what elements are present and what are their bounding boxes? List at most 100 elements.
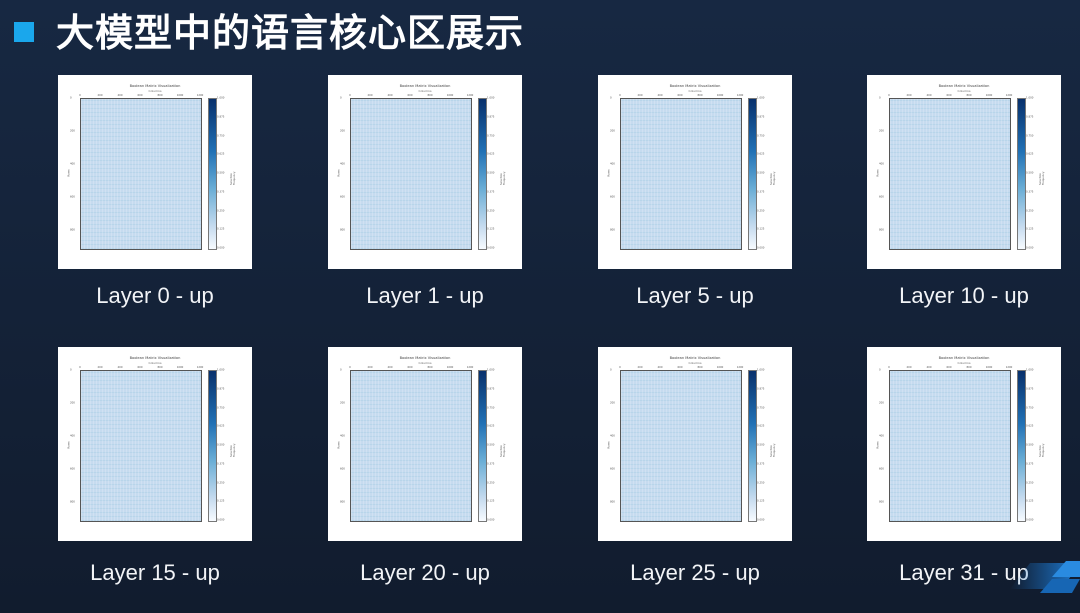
y-tick-label: 400 [340, 434, 345, 438]
y-tick-label: 800 [879, 228, 884, 232]
y-tick-label: 400 [340, 162, 345, 166]
x-tick-label: 200 [367, 94, 373, 97]
colorbar [748, 370, 757, 522]
x-tick-label: 400 [926, 366, 932, 369]
y-tick-label: 0 [70, 368, 72, 372]
x-tick-label: 0 [79, 94, 81, 97]
heatmap-panel: Boolean Matrix Visualization Columns 0 200 4… [867, 347, 1061, 541]
x-tick-label: 800 [427, 366, 433, 369]
y-tick-label: 800 [340, 228, 345, 232]
colorbar-tick-label: 0.250 [1026, 209, 1034, 212]
y-tick-label: 800 [879, 500, 884, 504]
colorbar-tick-label: 0.250 [757, 209, 765, 212]
colorbar-tick-label: 0.750 [487, 406, 495, 409]
x-tick-label: 1200 [736, 366, 744, 369]
colorbar-tick-label: 0.000 [757, 518, 765, 522]
colorbar-tick-label: 0.500 [487, 171, 495, 175]
x-tick-label: 200 [367, 366, 373, 369]
colorbar-tick-label: 1.000 [487, 96, 495, 100]
x-tick-label: 800 [157, 366, 163, 369]
colorbar-label: Selection Frequency [1039, 171, 1045, 185]
panel-caption: Layer 20 - up [360, 560, 490, 585]
y-tick-label: 600 [879, 467, 884, 471]
x-tick-label: 1000 [446, 94, 454, 97]
colorbar-tick-label: 0.875 [1026, 387, 1034, 391]
heatmap-matrix [350, 370, 472, 522]
colorbar-tick-label: 0.750 [217, 134, 225, 137]
x-tick-label: 600 [946, 366, 952, 369]
y-tick-label: 0 [610, 368, 612, 372]
colorbar-tick-label: 0.250 [487, 209, 495, 212]
x-tick-label: 0 [79, 366, 81, 369]
colorbar-tick-label: 0.625 [757, 424, 765, 428]
x-tick-label: 0 [619, 366, 621, 369]
chart-title: Boolean Matrix Visualization [669, 84, 721, 88]
y-tick-label: 0 [879, 368, 881, 372]
colorbar-tick-label: 0.500 [1026, 443, 1034, 447]
colorbar-tick-label: 1.000 [487, 368, 495, 372]
x-tick-label: 600 [946, 94, 952, 97]
x-tick-label: 200 [906, 94, 912, 97]
panel-caption: Layer 10 - up [899, 283, 1029, 308]
y-tick-label: 200 [340, 401, 345, 405]
x-axis-label: Columns [418, 89, 432, 93]
colorbar-tick-label: 0.000 [217, 246, 225, 250]
colorbar-tick-label: 0.625 [487, 152, 495, 156]
corner-decoration-icon [1010, 561, 1080, 593]
y-tick-label: 200 [879, 401, 884, 405]
y-tick-label: 200 [340, 129, 345, 133]
colorbar-tick-label: 0.875 [487, 115, 495, 119]
y-axis-label: Rows [336, 169, 341, 177]
heatmap-matrix [80, 98, 202, 250]
colorbar-tick-label: 0.000 [757, 246, 765, 250]
x-tick-label: 400 [117, 366, 123, 369]
colorbar-tick-label: 1.000 [217, 96, 225, 100]
x-tick-label: 1000 [176, 366, 184, 369]
colorbar-tick-label: 0.375 [757, 462, 765, 466]
x-tick-label: 200 [97, 366, 103, 369]
chart-title: Boolean Matrix Visualization [129, 84, 181, 88]
title-accent-square [14, 22, 34, 42]
colorbar-tick-label: 0.375 [487, 190, 495, 194]
y-tick-label: 0 [340, 368, 342, 372]
x-tick-label: 800 [697, 94, 703, 97]
colorbar-tick-label: 0.125 [217, 499, 225, 503]
y-tick-label: 800 [70, 500, 75, 504]
y-axis-label: Rows [66, 441, 71, 449]
colorbar-tick-label: 0.125 [757, 227, 765, 231]
y-tick-label: 200 [879, 129, 884, 133]
x-tick-label: 600 [407, 366, 413, 369]
y-tick-label: 0 [610, 96, 612, 100]
colorbar [748, 98, 757, 250]
heatmap-panel: Boolean Matrix Visualization Columns 0 200 4… [58, 75, 252, 269]
x-tick-label: 400 [657, 366, 663, 369]
x-tick-label: 0 [619, 94, 621, 97]
chart-title: Boolean Matrix Visualization [399, 356, 451, 360]
y-axis-label: Rows [875, 169, 880, 177]
heatmap-panel: Boolean Matrix Visualization Columns 0 200 4… [598, 347, 792, 541]
x-axis-label: Columns [688, 361, 702, 365]
colorbar-tick-label: 0.125 [1026, 227, 1034, 231]
colorbar-tick-label: 0.250 [217, 209, 225, 212]
x-tick-label: 1200 [736, 94, 744, 97]
x-tick-label: 1200 [1005, 366, 1013, 369]
x-tick-label: 1200 [1005, 94, 1013, 97]
x-tick-label: 600 [677, 94, 683, 97]
panel-caption: Layer 5 - up [636, 283, 754, 308]
heatmap-matrix [620, 98, 742, 250]
heatmap-panel: Boolean Matrix Visualization Columns 0 200 4… [328, 347, 522, 541]
colorbar [1017, 98, 1026, 250]
x-axis-label: Columns [148, 89, 162, 93]
x-tick-label: 1000 [716, 94, 724, 97]
heatmap-matrix [350, 98, 472, 250]
y-tick-label: 400 [610, 434, 615, 438]
y-tick-label: 600 [340, 195, 345, 199]
chart-title: Boolean Matrix Visualization [669, 356, 721, 360]
x-tick-label: 200 [906, 366, 912, 369]
x-axis-label: Columns [148, 361, 162, 365]
y-tick-label: 800 [70, 228, 75, 232]
x-tick-label: 800 [157, 94, 163, 97]
y-tick-label: 600 [610, 195, 615, 199]
x-tick-label: 800 [427, 94, 433, 97]
colorbar-tick-label: 0.250 [1026, 481, 1034, 484]
